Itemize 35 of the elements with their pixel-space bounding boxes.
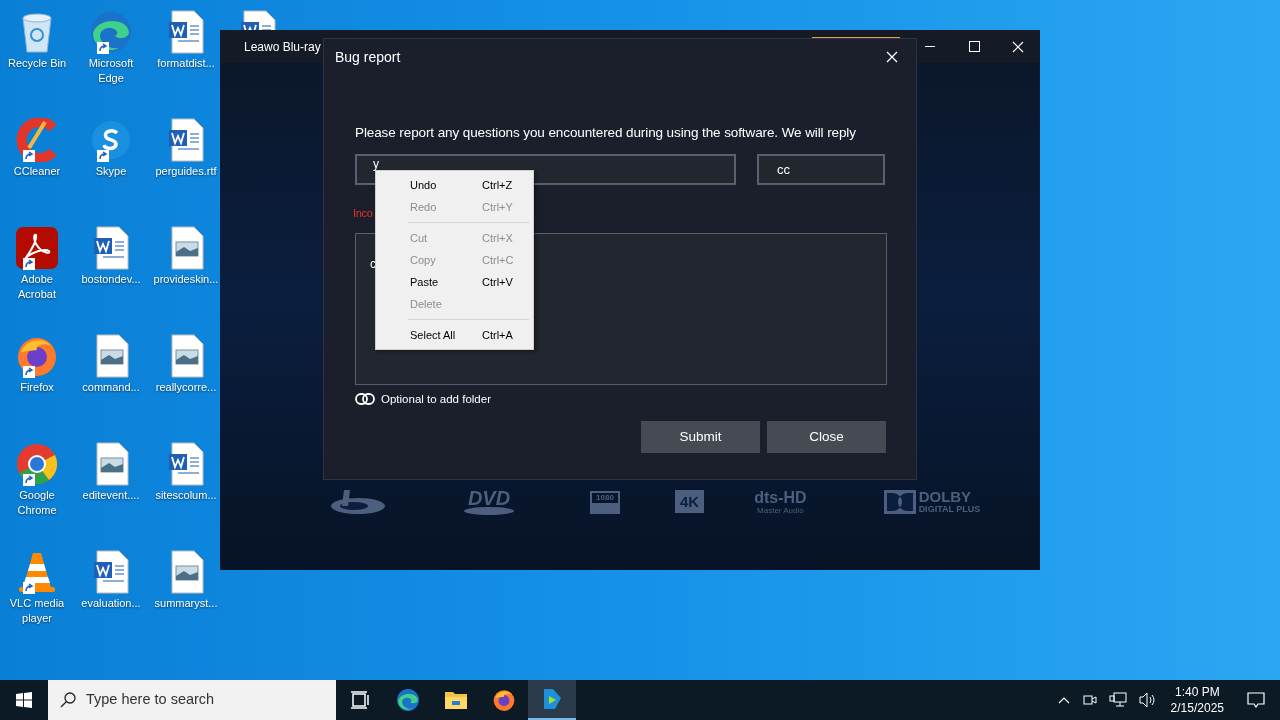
- dvd-logo: DVD: [464, 489, 514, 515]
- desktop-icon-label[interactable]: command...: [82, 380, 140, 395]
- desktop-icon-label[interactable]: perguides.rtf: [155, 164, 217, 179]
- desktop-icon-label[interactable]: VLC media player: [1, 596, 73, 626]
- dolby-logo: DOLBY DIGITAL PLUS: [883, 490, 981, 514]
- desktop-icon-label[interactable]: formatdist...: [157, 56, 215, 71]
- four-k-logo: 4K: [675, 490, 705, 513]
- desktop-icon-label[interactable]: editevent....: [82, 488, 140, 503]
- dialog-title: Bug report: [335, 47, 401, 67]
- close-dialog-button[interactable]: Close: [767, 421, 886, 453]
- desktop-icon-label[interactable]: sitescolum...: [155, 488, 217, 503]
- instruction-text: Please report any questions you encountered during using the software. We will reply: [355, 124, 857, 142]
- full-hd-logo: 1080: [590, 490, 620, 514]
- desktop-icon-label[interactable]: CCleaner: [13, 164, 61, 179]
- desktop-icon-label[interactable]: Google Chrome: [1, 488, 73, 518]
- cc-field[interactable]: cc: [757, 154, 885, 186]
- desktop-icon-label[interactable]: Microsoft Edge: [75, 56, 147, 86]
- dts-hd-logo: dts-HD Master Audio: [754, 489, 807, 515]
- error-message: Inco: [353, 206, 373, 222]
- desktop-icon-label[interactable]: Recycle Bin: [7, 56, 67, 71]
- menu-item[interactable]: Paste Ctrl+V: [376, 271, 533, 293]
- search-box[interactable]: Type here to search: [48, 680, 336, 720]
- clock[interactable]: 1:40 PM 2/15/2025: [1162, 684, 1232, 716]
- add-folder-link[interactable]: Optional to add folder: [381, 390, 491, 408]
- desktop-icon-label[interactable]: reallycorre...: [155, 380, 217, 395]
- desktop-icon-label[interactable]: evaluation...: [81, 596, 141, 611]
- desktop-icon-label[interactable]: summaryst...: [154, 596, 218, 611]
- desktop-icon-label[interactable]: Skype: [95, 164, 127, 179]
- desktop-icon-label[interactable]: Adobe Acrobat: [1, 272, 73, 302]
- menu-item[interactable]: Select All Ctrl+A: [376, 324, 533, 346]
- window-title: Leawo Blu-ray: [244, 38, 321, 56]
- desktop-icon-label[interactable]: provideskin...: [153, 272, 219, 287]
- desktop-icon-label[interactable]: bostondev...: [81, 272, 141, 287]
- desktop-icon-label[interactable]: Firefox: [20, 380, 54, 395]
- submit-button[interactable]: Submit: [641, 421, 760, 453]
